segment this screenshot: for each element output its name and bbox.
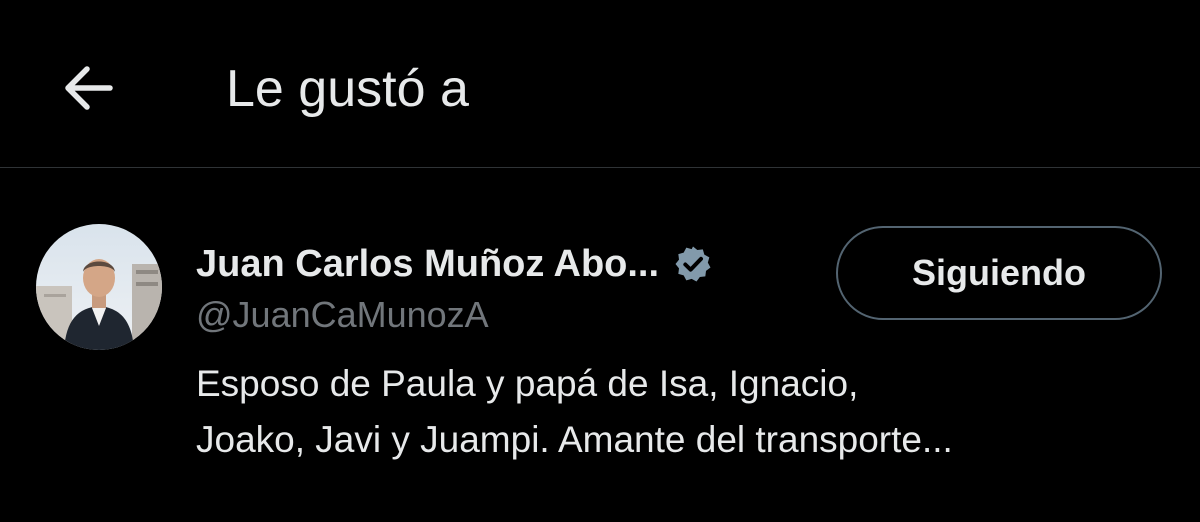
user-handle[interactable]: @JuanCaMunozA <box>196 292 489 338</box>
user-cell[interactable]: Juan Carlos Muñoz Abo... @JuanCaMunozA S… <box>0 168 1200 522</box>
page-title: Le gustó a <box>226 60 469 118</box>
arrow-left-icon <box>65 66 113 110</box>
display-name[interactable]: Juan Carlos Muñoz Abo... <box>196 243 659 286</box>
avatar[interactable] <box>36 224 162 350</box>
verified-badge-icon <box>675 246 711 282</box>
following-button[interactable]: Siguiendo <box>836 226 1162 320</box>
bio-line: Esposo de Paula y papá de Isa, Ignacio, <box>196 363 859 404</box>
name-line: Juan Carlos Muñoz Abo... <box>196 240 713 288</box>
top-bar: Le gustó a <box>0 0 1200 168</box>
back-button[interactable] <box>52 52 124 124</box>
avatar-photo <box>36 224 162 350</box>
bio-line: Joako, Javi y Juampi. Amante del transpo… <box>196 419 953 460</box>
user-bio: Esposo de Paula y papá de Isa, Ignacio, … <box>196 356 1176 468</box>
